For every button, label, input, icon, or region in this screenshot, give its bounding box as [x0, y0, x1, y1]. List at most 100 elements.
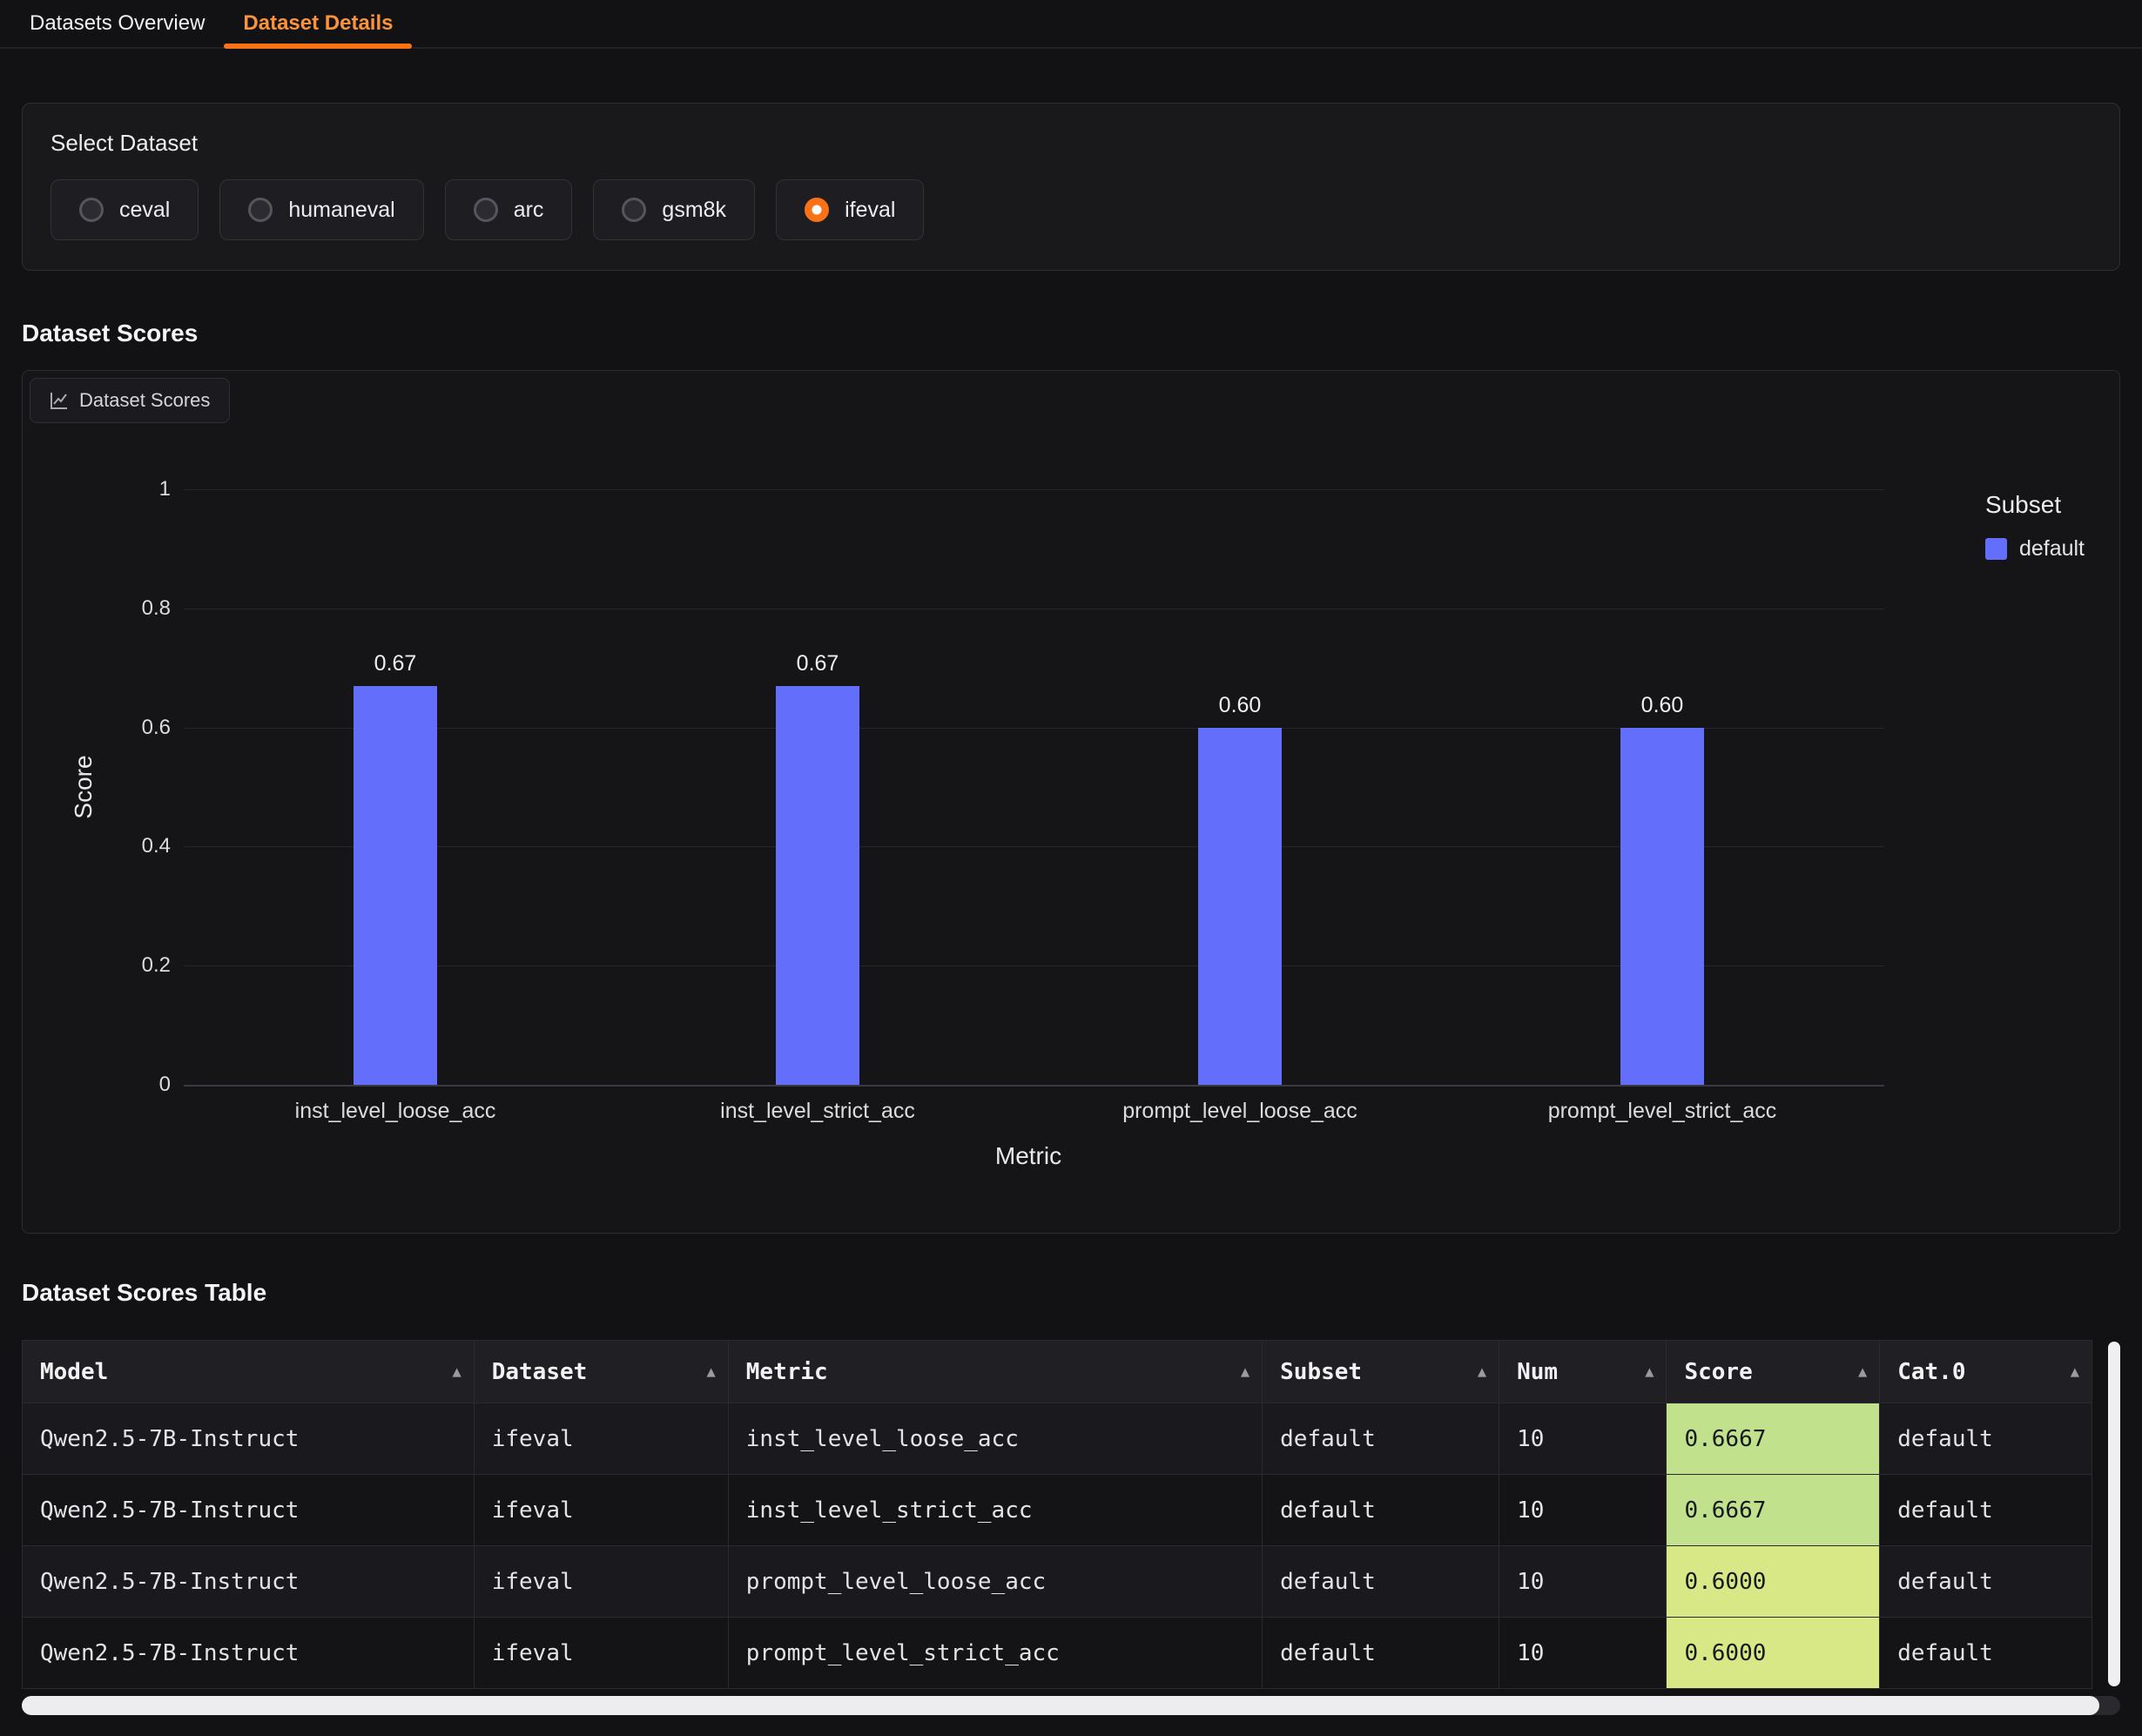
legend-item-label: default [2019, 536, 2085, 562]
tab-dataset-details[interactable]: Dataset Details [224, 0, 412, 47]
select-dataset-panel: Select Dataset ceval humaneval arc gsm8k ife… [22, 103, 2120, 271]
column-header-model[interactable]: Model▲ [23, 1341, 475, 1403]
radio-option-label: ifeval [845, 198, 895, 223]
radio-option-ifeval[interactable]: ifeval [776, 179, 924, 240]
horizontal-scrollbar-thumb[interactable] [22, 1696, 2099, 1715]
radio-option-label: arc [514, 198, 544, 223]
y-axis-title: Score [70, 755, 98, 818]
gridline [184, 489, 1884, 490]
table-header: Model▲Dataset▲Metric▲Subset▲Num▲Score▲Ca… [23, 1341, 2092, 1403]
cell-dataset: ifeval [474, 1618, 728, 1689]
cell-metric: inst_level_loose_acc [728, 1403, 1262, 1475]
vertical-scrollbar[interactable] [2108, 1342, 2120, 1686]
cell-dataset: ifeval [474, 1403, 728, 1475]
legend-swatch [1985, 538, 2007, 560]
cell-score: 0.6000 [1667, 1618, 1880, 1689]
cell-subset: default [1263, 1403, 1499, 1475]
y-tick-label: 0.2 [101, 953, 171, 978]
bar-prompt_level_strict_acc [1620, 728, 1704, 1085]
column-header-subset[interactable]: Subset▲ [1263, 1341, 1499, 1403]
column-label: Metric [746, 1359, 828, 1385]
cell-dataset: ifeval [474, 1475, 728, 1546]
table-row: Qwen2.5-7B-Instructifevalinst_level_stri… [23, 1475, 2092, 1546]
chart-legend: Subset default [1985, 491, 2085, 562]
cell-num: 10 [1499, 1403, 1667, 1475]
chart-icon [50, 391, 69, 410]
column-header-score[interactable]: Score▲ [1667, 1341, 1880, 1403]
y-tick-label: 0.6 [101, 716, 171, 740]
chart-panel: Dataset Scores 00.20.40.60.810.67inst_le… [22, 370, 2120, 1234]
dataset-scores-heading: Dataset Scores [22, 320, 2142, 347]
radio-unselected-icon[interactable] [79, 198, 104, 222]
sort-icon: ▲ [1241, 1363, 1250, 1381]
x-tick-label: inst_level_loose_acc [295, 1099, 496, 1124]
y-tick-label: 0.4 [101, 834, 171, 858]
radio-option-label: humaneval [288, 198, 394, 223]
column-label: Subset [1280, 1359, 1362, 1385]
cell-metric: prompt_level_loose_acc [728, 1546, 1262, 1618]
table-row: Qwen2.5-7B-Instructifevalprompt_level_lo… [23, 1546, 2092, 1618]
bar-inst_level_strict_acc [776, 686, 859, 1085]
sort-icon: ▲ [707, 1363, 716, 1381]
select-dataset-label: Select Dataset [51, 130, 2091, 157]
radio-unselected-icon[interactable] [474, 198, 498, 222]
table-body: Qwen2.5-7B-Instructifevalinst_level_loos… [23, 1403, 2092, 1689]
radio-unselected-icon[interactable] [622, 198, 646, 222]
bar-value-label: 0.67 [797, 651, 839, 676]
dataset-radio-group: ceval humaneval arc gsm8k ifeval [51, 179, 2091, 240]
table-row: Qwen2.5-7B-Instructifevalinst_level_loos… [23, 1403, 2092, 1475]
cell-subset: default [1263, 1475, 1499, 1546]
x-tick-label: prompt_level_strict_acc [1548, 1099, 1777, 1124]
radio-selected-icon[interactable] [805, 198, 829, 222]
cell-model: Qwen2.5-7B-Instruct [23, 1618, 475, 1689]
cell-dataset: ifeval [474, 1546, 728, 1618]
cell-cat0: default [1880, 1403, 2092, 1475]
cell-metric: prompt_level_strict_acc [728, 1618, 1262, 1689]
y-tick-label: 0 [101, 1073, 171, 1097]
bar-value-label: 0.67 [374, 651, 417, 676]
cell-subset: default [1263, 1546, 1499, 1618]
cell-num: 10 [1499, 1618, 1667, 1689]
legend-item-default[interactable]: default [1985, 536, 2085, 562]
radio-option-gsm8k[interactable]: gsm8k [593, 179, 755, 240]
x-tick-label: prompt_level_loose_acc [1122, 1099, 1357, 1124]
x-tick-label: inst_level_strict_acc [720, 1099, 915, 1124]
column-label: Model [40, 1359, 108, 1385]
column-header-dataset[interactable]: Dataset ▲ [474, 1341, 728, 1403]
cell-num: 10 [1499, 1475, 1667, 1546]
dataset-scores-table-heading: Dataset Scores Table [22, 1279, 2142, 1307]
cell-score: 0.6667 [1667, 1403, 1880, 1475]
column-label: Num [1517, 1359, 1558, 1385]
column-header-cat-0[interactable]: Cat.0▲ [1880, 1341, 2092, 1403]
cell-score: 0.6000 [1667, 1546, 1880, 1618]
x-axis-line [184, 1085, 1884, 1087]
cell-cat0: default [1880, 1618, 2092, 1689]
table-container: Model▲Dataset▲Metric▲Subset▲Num▲Score▲Ca… [22, 1340, 2120, 1689]
x-axis-title: Metric [995, 1142, 1061, 1170]
horizontal-scrollbar[interactable] [22, 1696, 2120, 1715]
plot-tab-label: Dataset Scores [79, 389, 210, 412]
chart-plot-area: 00.20.40.60.810.67inst_level_loose_acc0.… [23, 371, 2119, 1233]
radio-option-ceval[interactable]: ceval [51, 179, 199, 240]
radio-unselected-icon[interactable] [248, 198, 273, 222]
tab-datasets-overview[interactable]: Datasets Overview [10, 0, 224, 47]
sort-icon: ▲ [1645, 1363, 1654, 1381]
cell-metric: inst_level_strict_acc [728, 1475, 1262, 1546]
bar-value-label: 0.60 [1641, 693, 1684, 718]
radio-option-humaneval[interactable]: humaneval [219, 179, 423, 240]
app: Datasets Overview Dataset Details Select… [0, 0, 2142, 1736]
column-header-num[interactable]: Num ▲ [1499, 1341, 1667, 1403]
plot-tab-dataset-scores[interactable]: Dataset Scores [30, 378, 230, 423]
cell-cat0: default [1880, 1475, 2092, 1546]
legend-title: Subset [1985, 491, 2085, 519]
column-label: Cat.0 [1897, 1359, 1965, 1385]
column-label: Dataset [492, 1359, 588, 1385]
y-tick-label: 0.8 [101, 596, 171, 621]
radio-option-label: gsm8k [662, 198, 726, 223]
column-label: Score [1684, 1359, 1752, 1385]
radio-option-arc[interactable]: arc [445, 179, 573, 240]
top-tabbar: Datasets Overview Dataset Details [0, 0, 2142, 49]
bar-prompt_level_loose_acc [1198, 728, 1282, 1085]
column-header-metric[interactable]: Metric ▲ [728, 1341, 1262, 1403]
cell-num: 10 [1499, 1546, 1667, 1618]
